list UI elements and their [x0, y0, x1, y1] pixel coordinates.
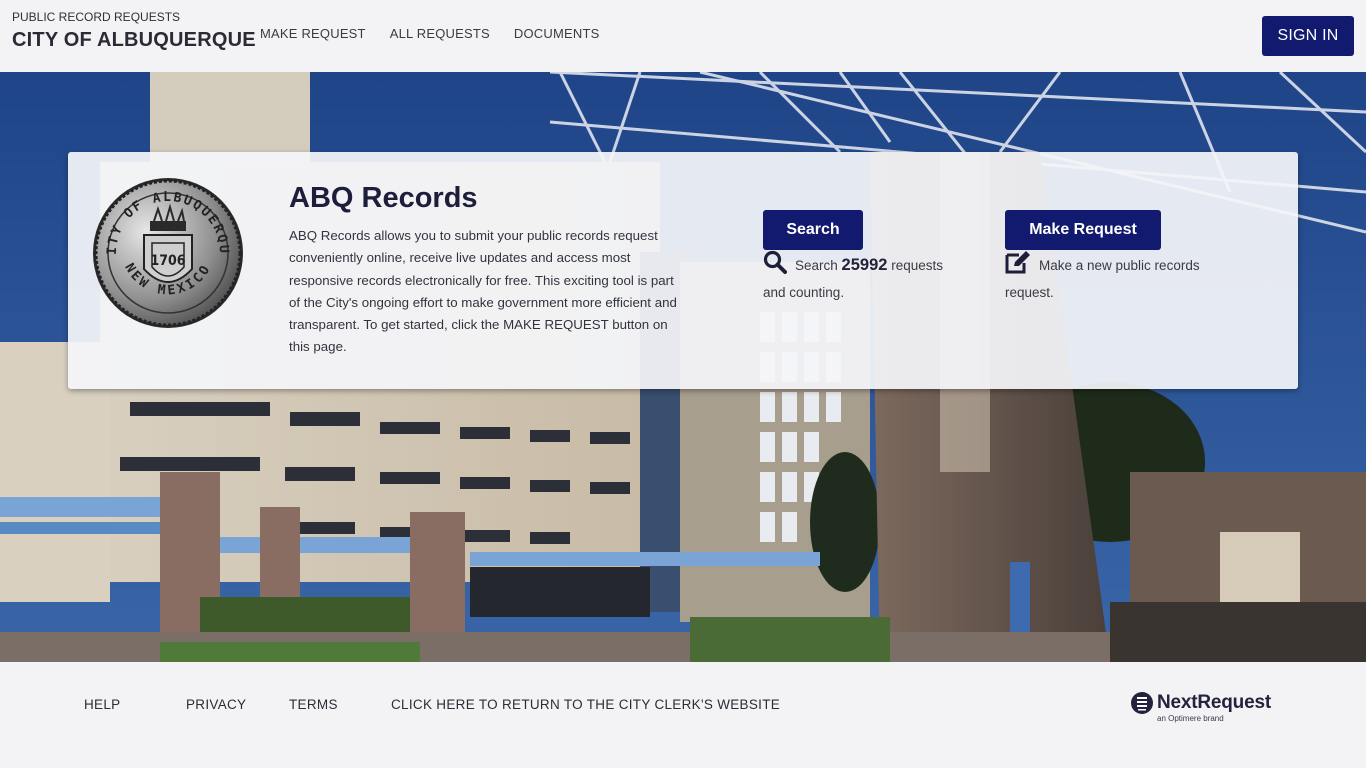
city-seal-logo: CITY OF ALBUQUERQUE NEW MEXICO 1706: [92, 177, 243, 328]
site-subtitle: PUBLIC RECORD REQUESTS: [12, 10, 181, 24]
search-text-prefix: Search: [795, 258, 838, 273]
request-count: 25992: [841, 256, 888, 274]
footer-help-link[interactable]: HELP: [84, 697, 120, 712]
make-request-info: Make a new public records request.: [1005, 250, 1230, 304]
sign-in-button[interactable]: SIGN IN: [1262, 16, 1354, 56]
search-info: Search 25992 requests and counting.: [763, 250, 968, 304]
nextrequest-brand-name: NextRequest: [1157, 692, 1271, 713]
site-header: PUBLIC RECORD REQUESTS CITY OF ALBUQUERQ…: [0, 0, 1366, 72]
intro-card: CITY OF ALBUQUERQUE NEW MEXICO 1706 ABQ …: [68, 152, 1298, 389]
footer-city-clerk-link[interactable]: CLICK HERE TO RETURN TO THE CITY CLERK'S…: [391, 697, 780, 712]
site-title[interactable]: CITY OF ALBUQUERQUE: [12, 29, 256, 52]
search-icon: [763, 250, 787, 282]
main-nav: MAKE REQUEST ALL REQUESTS DOCUMENTS: [260, 26, 599, 41]
card-description: ABQ Records allows you to submit your pu…: [289, 228, 677, 355]
make-request-section: Make Request Make a new public records r…: [1005, 210, 1230, 304]
make-request-button[interactable]: Make Request: [1005, 210, 1161, 250]
search-button[interactable]: Search: [763, 210, 863, 250]
nav-make-request[interactable]: MAKE REQUEST: [260, 26, 366, 41]
hero-banner: CITY OF ALBUQUERQUE NEW MEXICO 1706 ABQ …: [0, 72, 1366, 662]
make-request-text: Make a new public records request.: [1005, 258, 1200, 300]
footer-privacy-link[interactable]: PRIVACY: [186, 697, 246, 712]
svg-text:1706: 1706: [150, 253, 185, 269]
card-title: ABQ Records: [289, 182, 478, 214]
site-footer: HELP PRIVACY TERMS CLICK HERE TO RETURN …: [0, 662, 1366, 768]
nextrequest-logo-icon: [1131, 692, 1153, 714]
nextrequest-logo[interactable]: NextRequest: [1130, 691, 1271, 715]
footer-terms-link[interactable]: TERMS: [289, 697, 338, 712]
nav-documents[interactable]: DOCUMENTS: [514, 26, 600, 41]
edit-icon: [1005, 250, 1031, 282]
search-section: Search Search 25992 requests and countin…: [763, 210, 968, 304]
nextrequest-tagline: an Optimere brand: [1157, 714, 1224, 723]
nav-all-requests[interactable]: ALL REQUESTS: [390, 26, 490, 41]
